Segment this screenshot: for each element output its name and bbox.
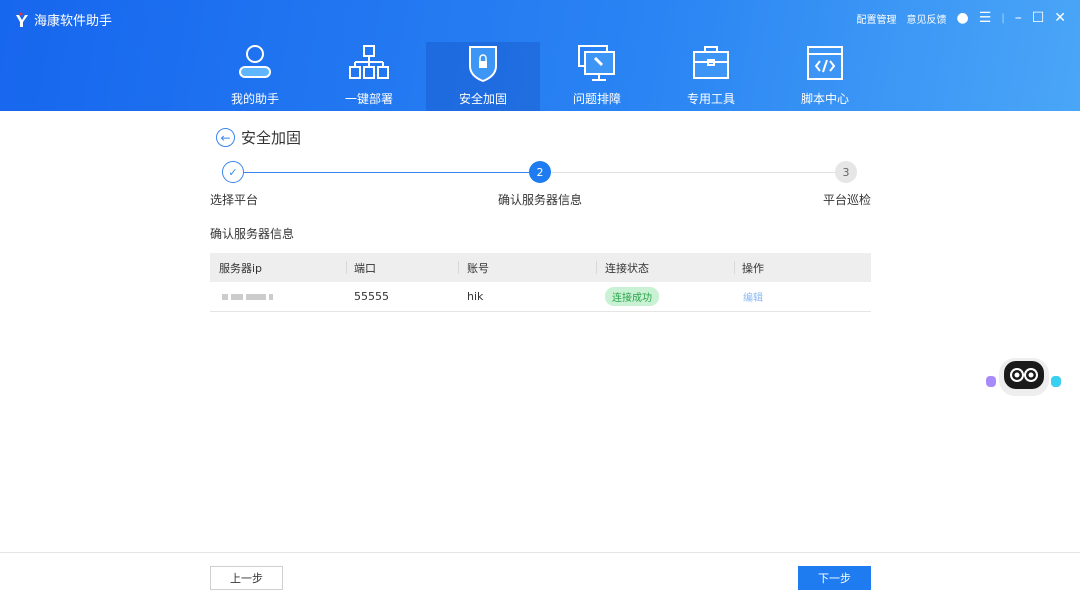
toolbox-icon	[693, 46, 729, 79]
step-3-label: 平台巡检	[823, 193, 872, 207]
menu-icon[interactable]: ☰	[979, 10, 992, 26]
close-icon[interactable]: ✕	[1054, 10, 1066, 26]
header: 海康软件助手 配置管理 意见反馈 ● ☰ | – ☐ ✕ 我的助手 一键部署 安…	[0, 0, 1080, 111]
minimize-icon[interactable]: –	[1015, 10, 1022, 26]
tab-one-click-deploy[interactable]: 一键部署	[312, 42, 426, 111]
tab-label: 安全加固	[458, 92, 507, 106]
tab-script-center[interactable]: 脚本中心	[768, 42, 882, 111]
tab-security-hardening[interactable]: 安全加固	[426, 42, 540, 111]
step-2-label: 确认服务器信息	[498, 193, 583, 207]
tab-special-tools[interactable]: 专用工具	[654, 42, 768, 111]
port-cell: 55555	[354, 290, 389, 303]
step-1-label: 选择平台	[210, 193, 259, 207]
network-icon	[349, 45, 389, 79]
header-port: 端口	[354, 261, 376, 275]
page-title: 安全加固	[241, 129, 302, 147]
server-ip-redacted	[222, 282, 273, 311]
table-row: 55555 hik 连接成功 编辑	[210, 282, 871, 312]
back-button[interactable]: ← 安全加固	[216, 127, 301, 148]
code-window-icon	[807, 46, 843, 80]
feedback-link[interactable]: 意见反馈	[907, 11, 947, 26]
app-logo: 海康软件助手	[14, 10, 112, 29]
account-cell: hik	[467, 290, 484, 303]
header-account: 账号	[467, 261, 489, 275]
table-header: 服务器ip 端口 账号 连接状态 操作	[210, 253, 871, 282]
tab-label: 专用工具	[686, 92, 735, 106]
user-icon[interactable]: ●	[957, 10, 969, 26]
tab-my-assistant[interactable]: 我的助手	[198, 42, 312, 111]
section-title: 确认服务器信息	[210, 227, 295, 241]
previous-step-button[interactable]: 上一步	[210, 566, 283, 590]
shield-icon	[469, 46, 497, 83]
footer-divider	[0, 552, 1080, 553]
next-step-button[interactable]: 下一步	[798, 566, 871, 590]
step-line-pending	[551, 172, 835, 173]
hikvision-logo-icon	[16, 12, 28, 27]
assistant-icon	[239, 45, 271, 78]
server-table: 服务器ip 端口 账号 连接状态 操作 55555 hik 连接成功 编辑	[210, 253, 871, 312]
divider: |	[1001, 12, 1005, 24]
tab-label: 一键部署	[344, 92, 393, 106]
step-1-check-icon: ✓	[222, 161, 244, 183]
robot-icon	[986, 358, 1061, 396]
monitor-wrench-icon	[578, 45, 615, 81]
tab-label: 脚本中心	[800, 92, 849, 106]
tab-label: 问题排障	[572, 92, 621, 106]
robot-assistant-button[interactable]	[984, 356, 1080, 404]
status-badge: 连接成功	[605, 287, 659, 306]
app-title: 海康软件助手	[34, 14, 113, 29]
step-2-indicator: 2	[529, 161, 551, 183]
tab-troubleshoot[interactable]: 问题排障	[540, 42, 654, 111]
header-status: 连接状态	[605, 261, 649, 275]
tab-label: 我的助手	[230, 92, 279, 106]
header-action: 操作	[742, 261, 764, 275]
config-link[interactable]: 配置管理	[857, 11, 897, 26]
back-arrow-icon[interactable]: ←	[216, 128, 235, 147]
maximize-icon[interactable]: ☐	[1032, 10, 1045, 26]
header-server-ip: 服务器ip	[219, 261, 263, 275]
step-line-done	[244, 172, 529, 173]
edit-link[interactable]: 编辑	[743, 289, 763, 304]
step-3-indicator: 3	[835, 161, 857, 183]
